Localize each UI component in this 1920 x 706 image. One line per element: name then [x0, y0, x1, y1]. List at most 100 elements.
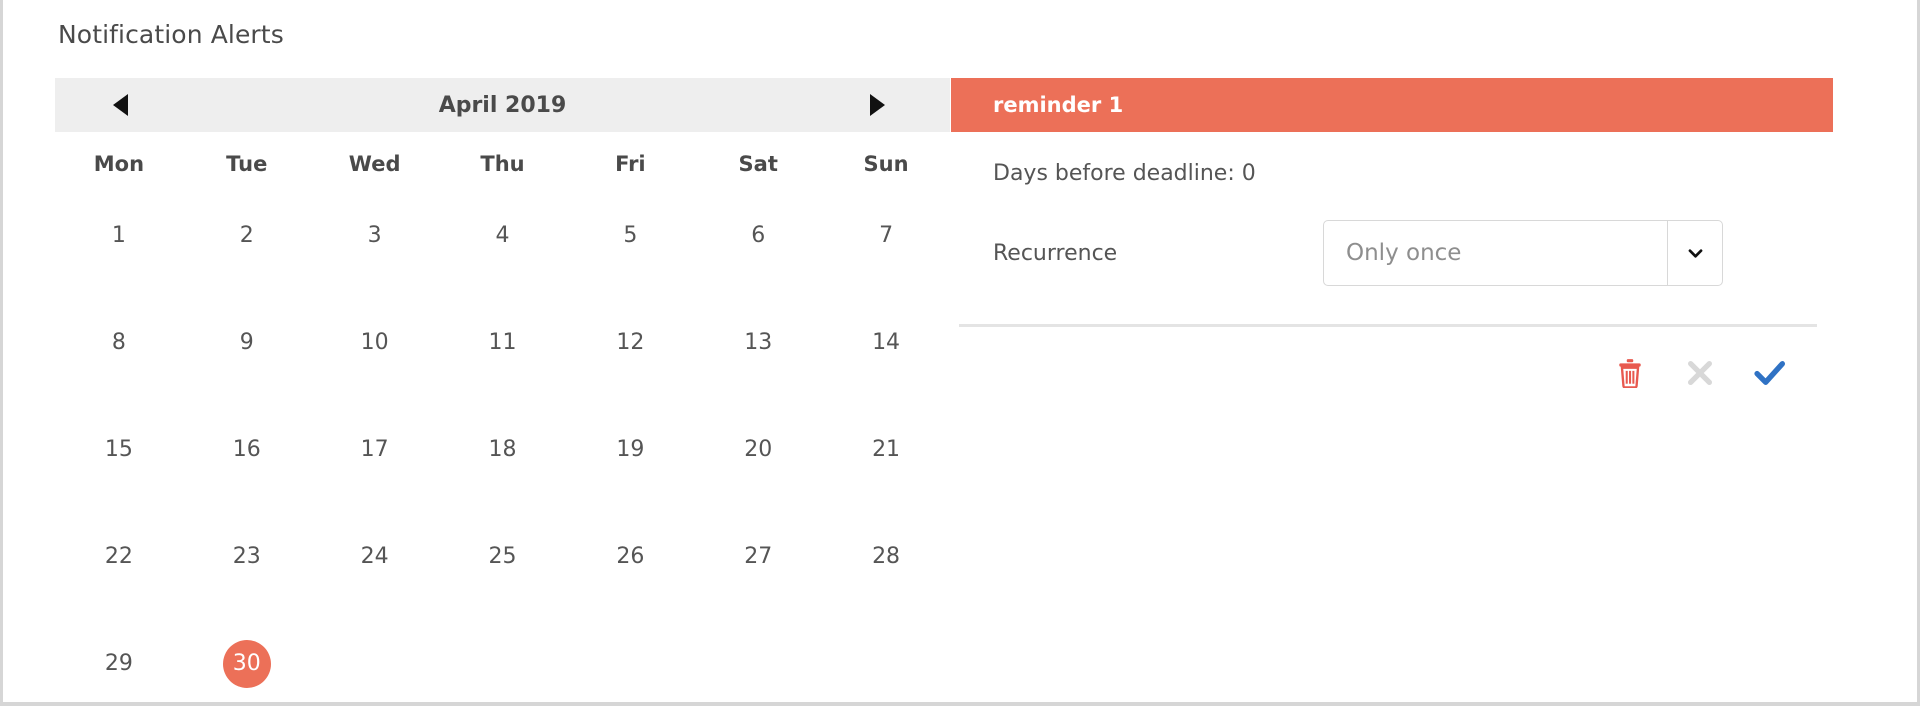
calendar-day-name: Mon — [93, 152, 145, 176]
calendar-day[interactable]: 16 — [223, 426, 271, 474]
calendar-day[interactable]: 7 — [862, 212, 910, 260]
calendar-day — [351, 640, 399, 688]
calendar-day[interactable]: 4 — [478, 212, 526, 260]
notification-alerts-page: Notification Alerts April 2019 Mon Tue W… — [0, 0, 1920, 706]
cancel-reminder-button[interactable] — [1679, 352, 1721, 394]
calendar-day-cell[interactable]: 25 — [439, 509, 567, 604]
calendar-day[interactable]: 5 — [606, 212, 654, 260]
calendar-day-cell[interactable]: 26 — [566, 509, 694, 604]
calendar-widget: April 2019 Mon Tue Wed Thu Fri Sat Sun 1… — [55, 78, 950, 706]
calendar-day-names-row: Mon Tue Wed Thu Fri Sat Sun — [55, 152, 950, 176]
calendar-week-row: 1 2 3 4 5 6 7 — [55, 188, 950, 283]
trash-icon — [1619, 359, 1641, 388]
calendar-day-cell[interactable]: 13 — [694, 295, 822, 390]
calendar-day[interactable]: 13 — [734, 319, 782, 367]
calendar-day-cell[interactable]: 18 — [439, 402, 567, 497]
calendar-day-cell[interactable]: 5 — [566, 188, 694, 283]
calendar-day-name: Wed — [348, 152, 401, 176]
calendar-day-cell[interactable]: 24 — [311, 509, 439, 604]
recurrence-select[interactable]: Only once — [1323, 220, 1723, 286]
calendar-day-cell[interactable]: 19 — [566, 402, 694, 497]
calendar-day-cell[interactable]: 14 — [822, 295, 950, 390]
calendar-day[interactable]: 23 — [223, 533, 271, 581]
calendar-day-cell[interactable]: 16 — [183, 402, 311, 497]
calendar-day-cell[interactable]: 1 — [55, 188, 183, 283]
calendar-day-cell[interactable]: 2 — [183, 188, 311, 283]
reminder-body: Days before deadline: 0 Recurrence Only … — [951, 161, 1833, 394]
calendar-day-name: Sun — [863, 152, 909, 176]
calendar-week-row: 15 16 17 18 19 20 21 — [55, 402, 950, 497]
calendar-day[interactable]: 18 — [478, 426, 526, 474]
calendar-day-name: Tue — [226, 152, 268, 176]
calendar-day[interactable]: 2 — [223, 212, 271, 260]
calendar-day[interactable]: 1 — [95, 212, 143, 260]
calendar-day-cell — [694, 616, 822, 706]
calendar-day-cell — [439, 616, 567, 706]
calendar-prev-month-button[interactable] — [83, 78, 157, 132]
calendar-day — [734, 640, 782, 688]
reminder-header: reminder 1 — [951, 78, 1833, 132]
calendar-day[interactable]: 17 — [351, 426, 399, 474]
calendar-day-cell[interactable]: 12 — [566, 295, 694, 390]
delete-reminder-button[interactable] — [1609, 352, 1651, 394]
calendar-day[interactable]: 3 — [351, 212, 399, 260]
calendar-day[interactable]: 8 — [95, 319, 143, 367]
calendar-day[interactable]: 14 — [862, 319, 910, 367]
calendar-day[interactable]: 12 — [606, 319, 654, 367]
calendar-day[interactable]: 29 — [95, 640, 143, 688]
calendar-day-cell[interactable]: 4 — [439, 188, 567, 283]
calendar-day[interactable]: 19 — [606, 426, 654, 474]
calendar-day-cell[interactable]: 11 — [439, 295, 567, 390]
calendar-day-cell[interactable]: 9 — [183, 295, 311, 390]
calendar-day[interactable]: 28 — [862, 533, 910, 581]
calendar-day-cell — [311, 616, 439, 706]
calendar-day-cell[interactable]: 23 — [183, 509, 311, 604]
calendar-day-cell[interactable]: 20 — [694, 402, 822, 497]
reminder-title: reminder 1 — [993, 93, 1124, 117]
calendar-day — [862, 640, 910, 688]
calendar-day[interactable]: 27 — [734, 533, 782, 581]
calendar-day[interactable]: 10 — [351, 319, 399, 367]
calendar-day-cell[interactable]: 7 — [822, 188, 950, 283]
days-before-deadline-text: Days before deadline: 0 — [993, 161, 1256, 186]
calendar-day — [606, 640, 654, 688]
calendar-day-cell[interactable]: 28 — [822, 509, 950, 604]
calendar-day-cell[interactable]: 27 — [694, 509, 822, 604]
calendar-day-cell[interactable]: 8 — [55, 295, 183, 390]
recurrence-select-value[interactable]: Only once — [1324, 221, 1667, 285]
calendar-day[interactable]: 25 — [478, 533, 526, 581]
calendar-day-cell[interactable]: 6 — [694, 188, 822, 283]
calendar-day[interactable]: 26 — [606, 533, 654, 581]
calendar-day — [478, 640, 526, 688]
reminder-detail-panel: reminder 1 Days before deadline: 0 Recur… — [951, 78, 1833, 394]
calendar-day[interactable]: 20 — [734, 426, 782, 474]
calendar-day-cell[interactable]: 3 — [311, 188, 439, 283]
check-icon — [1754, 361, 1786, 385]
confirm-reminder-button[interactable] — [1749, 352, 1791, 394]
calendar-day[interactable]: 11 — [478, 319, 526, 367]
calendar-week-row: 8 9 10 11 12 13 14 — [55, 295, 950, 390]
calendar-day[interactable]: 6 — [734, 212, 782, 260]
recurrence-label: Recurrence — [993, 240, 1118, 266]
triangle-right-icon — [869, 94, 885, 116]
calendar-day[interactable]: 21 — [862, 426, 910, 474]
calendar-day[interactable]: 24 — [351, 533, 399, 581]
calendar-day-name: Thu — [480, 152, 525, 176]
calendar-day-cell-selected[interactable]: 30 — [183, 616, 311, 706]
page-title: Notification Alerts — [58, 20, 284, 49]
calendar-day[interactable]: 9 — [223, 319, 271, 367]
calendar-header: April 2019 — [55, 78, 950, 132]
calendar-day-cell — [566, 616, 694, 706]
calendar-day[interactable]: 22 — [95, 533, 143, 581]
calendar-day-cell[interactable]: 17 — [311, 402, 439, 497]
recurrence-select-toggle[interactable] — [1667, 221, 1722, 285]
calendar-day-cell[interactable]: 15 — [55, 402, 183, 497]
calendar-day-cell — [822, 616, 950, 706]
calendar-day-cell[interactable]: 10 — [311, 295, 439, 390]
calendar-next-month-button[interactable] — [840, 78, 914, 132]
calendar-day-cell[interactable]: 22 — [55, 509, 183, 604]
calendar-day-selected[interactable]: 30 — [222, 639, 271, 688]
calendar-day-cell[interactable]: 21 — [822, 402, 950, 497]
calendar-day[interactable]: 15 — [95, 426, 143, 474]
calendar-day-cell[interactable]: 29 — [55, 616, 183, 706]
